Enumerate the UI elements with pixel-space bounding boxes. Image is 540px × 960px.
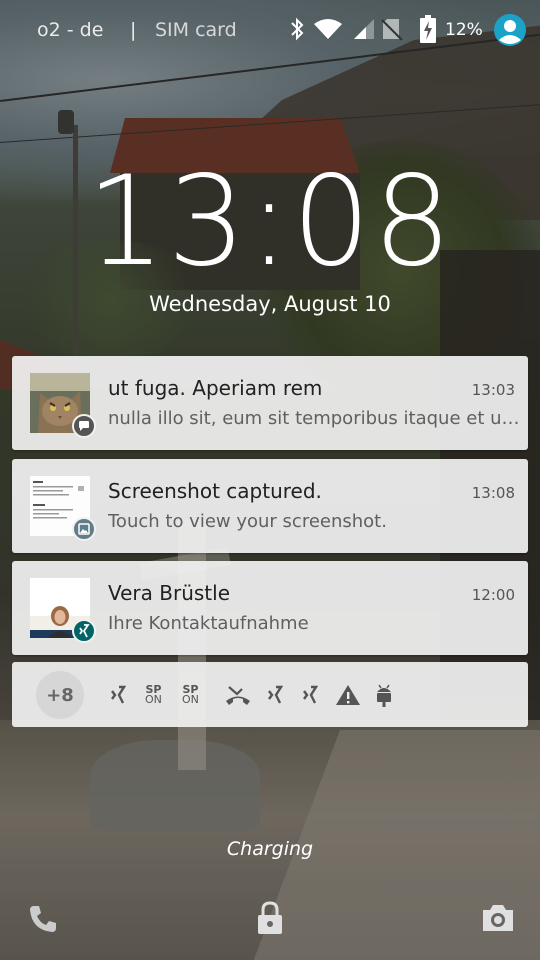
signal-icon <box>352 18 376 44</box>
notification-card[interactable]: Vera Brüstle 12:00 Ihre Kontaktaufnahme <box>12 561 528 655</box>
charging-label: Charging <box>226 838 314 860</box>
camera-icon[interactable] <box>480 902 516 938</box>
notification-overflow-row[interactable]: +8 SP ON SP ON <box>12 662 528 727</box>
wifi-icon <box>313 18 343 44</box>
battery-percent: 12% <box>445 20 483 40</box>
notification-card[interactable]: ut fuga. Aperiam rem 13:03 nulla illo si… <box>12 356 528 450</box>
battery-charging-icon <box>420 15 436 47</box>
notification-time: 13:03 <box>471 381 515 399</box>
notification-time: 12:00 <box>471 586 515 604</box>
bluetooth-icon <box>289 17 305 45</box>
sp-on-icon: SP ON <box>182 683 199 707</box>
notification-text: Ihre Kontaktaufnahme <box>108 613 309 634</box>
more-notifications-badge[interactable]: +8 <box>36 671 84 719</box>
image-icon <box>72 517 96 541</box>
lockscreen-date: Wednesday, August 10 <box>149 292 391 316</box>
sp-on-label: ON <box>182 693 199 706</box>
carrier-label: o2 - de <box>37 19 104 41</box>
xing-icon <box>267 683 283 707</box>
status-bar: o2 - de | SIM card 12% <box>0 0 540 60</box>
notification-title: ut fuga. Aperiam rem <box>108 376 323 400</box>
sp-on-icon: SP ON <box>145 683 162 707</box>
lockscreen-clock: 13:08 <box>86 150 454 294</box>
notification-text: nulla illo sit, eum sit temporibus itaqu… <box>108 408 520 429</box>
phone-icon[interactable] <box>27 903 59 939</box>
lock-icon[interactable] <box>255 900 285 940</box>
notification-title: Vera Brüstle <box>108 581 231 605</box>
sp-on-label: ON <box>145 693 162 706</box>
notification-card[interactable]: Screenshot captured. 13:08 Touch to view… <box>12 459 528 553</box>
no-sim-icon <box>381 17 403 45</box>
xing-icon <box>302 683 318 707</box>
xing-icon <box>110 683 126 707</box>
missed-call-icon <box>225 683 251 707</box>
sim-label: SIM card <box>155 19 237 41</box>
warning-icon <box>335 683 361 707</box>
chat-bubble-icon <box>72 414 96 438</box>
notification-text: Touch to view your screenshot. <box>108 511 387 532</box>
carrier-separator: | <box>130 19 137 41</box>
notification-time: 13:08 <box>471 484 515 502</box>
xing-icon <box>72 619 96 643</box>
android-icon <box>374 683 394 707</box>
notification-title: Screenshot captured. <box>108 479 322 503</box>
account-icon[interactable] <box>493 13 527 51</box>
